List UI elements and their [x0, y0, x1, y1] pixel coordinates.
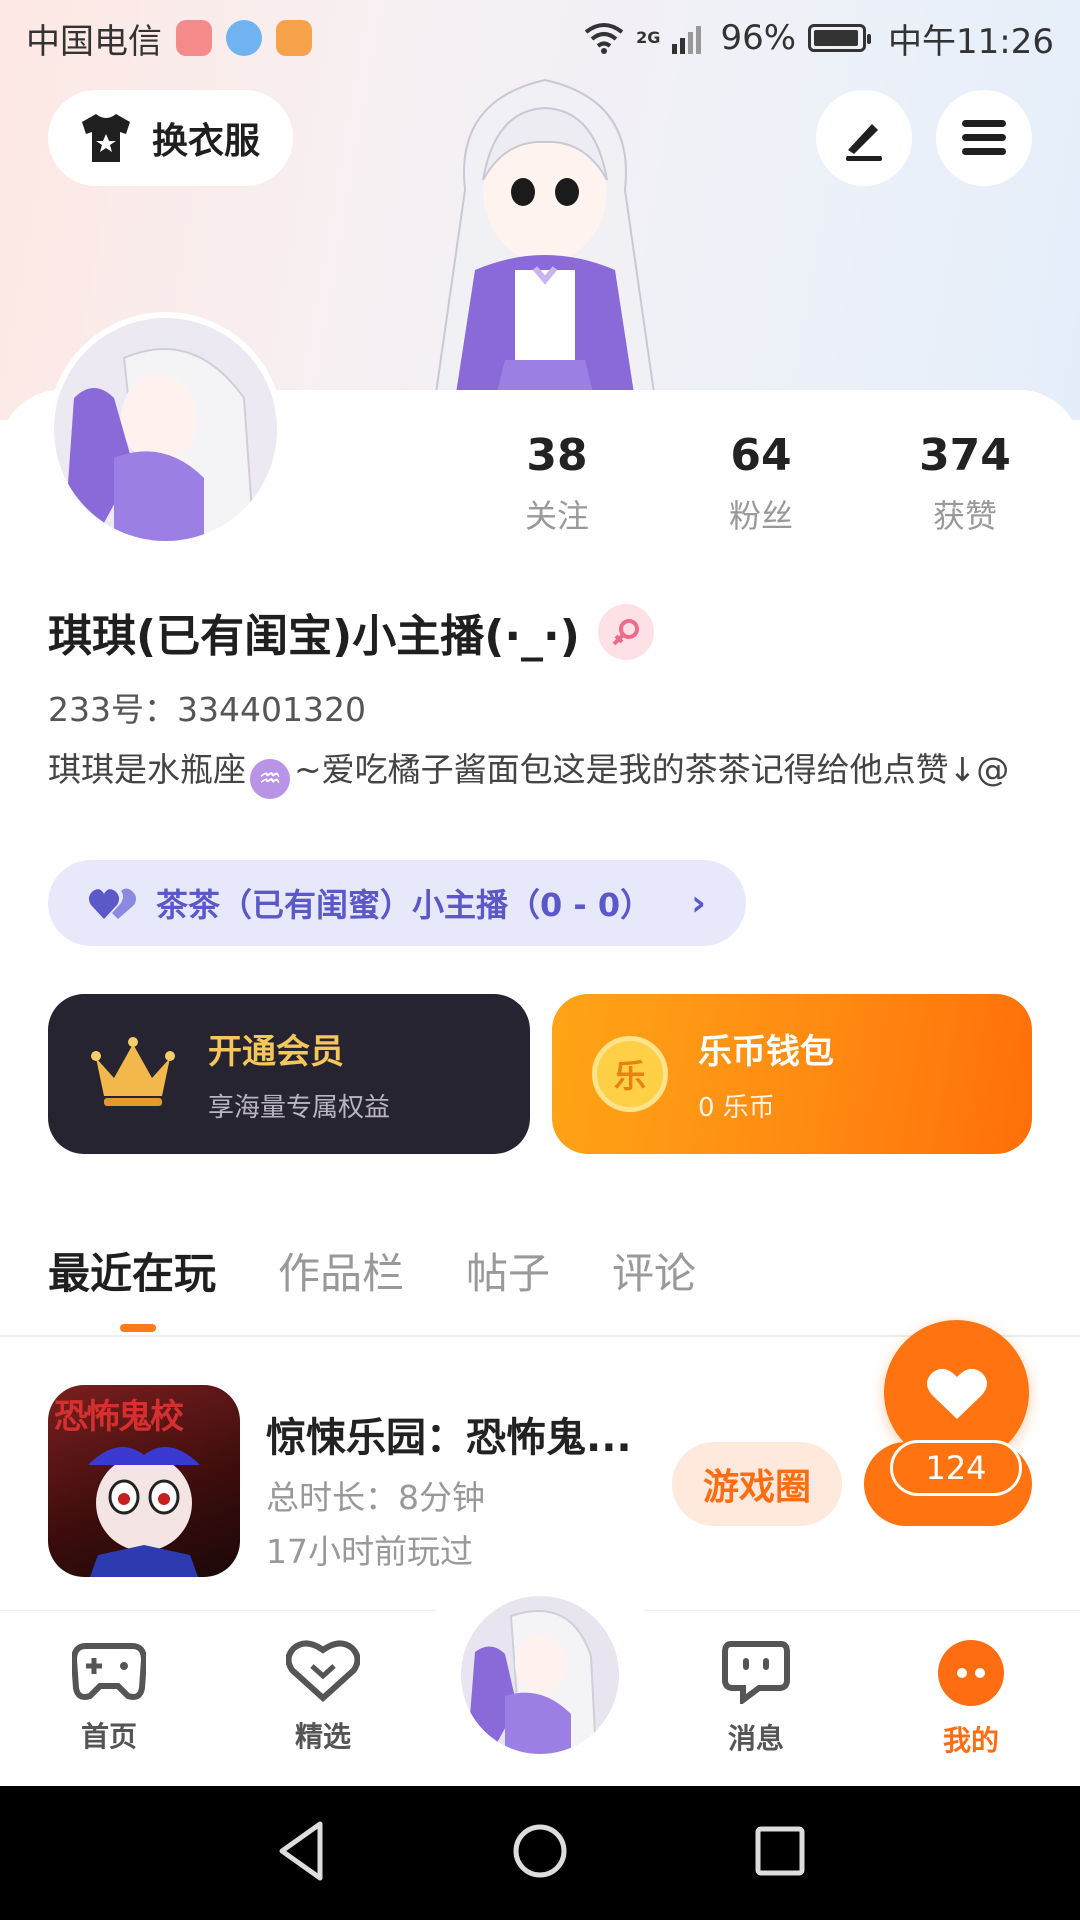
signal-icon: [672, 26, 702, 54]
wallet-balance: 0 乐币: [698, 1093, 775, 1123]
tab-works[interactable]: 作品栏: [278, 1240, 404, 1301]
bio: 琪琪是水瓶座 ♒ ~爱吃橘子酱面包这是我的茶茶记得给他点赞↓@: [48, 748, 1038, 799]
nav-mine-label: 我的: [942, 1724, 999, 1757]
avatar-character-illustration: [433, 78, 657, 400]
menu-button[interactable]: [936, 90, 1032, 186]
home-icon[interactable]: [505, 1816, 575, 1886]
more-dots-icon: [938, 1640, 1004, 1706]
heart-icon: [926, 1368, 987, 1419]
nickname: 琪琪(已有闺宝)小主播(·_·): [48, 600, 654, 664]
double-heart-icon: [88, 888, 137, 919]
video-app-icon: [276, 20, 312, 56]
nickname-text: 琪琪(已有闺宝)小主播(·_·): [48, 611, 580, 662]
nav-mine[interactable]: 我的: [901, 1640, 1041, 1759]
battery-icon: [808, 24, 872, 52]
game-title: 惊悚乐园：恐怖鬼...: [266, 1415, 632, 1461]
browser-icon: [226, 20, 262, 56]
nav-home-label: 首页: [80, 1720, 137, 1753]
likes-stat[interactable]: 374 获赞: [885, 430, 1045, 537]
nav-home[interactable]: 首页: [39, 1640, 179, 1755]
coin-glyph: 乐: [613, 1057, 646, 1095]
game-play-duration: 总时长：8分钟: [266, 1478, 485, 1517]
network-type-label: 2G: [636, 27, 661, 47]
edit-profile-button[interactable]: [816, 90, 912, 186]
chevron-right-icon: ›: [691, 882, 706, 924]
followers-count: 64: [730, 430, 792, 481]
likes-received-label: 获赞: [932, 497, 997, 535]
tab-recent-play[interactable]: 最近在玩: [48, 1240, 217, 1332]
vip-subtitle: 享海量专属权益: [208, 1093, 391, 1123]
carrier-label: 中国电信: [26, 21, 162, 62]
nav-avatar-button[interactable]: [455, 1590, 625, 1760]
game-last-played: 17小时前玩过: [266, 1532, 473, 1571]
hamburger-menu-icon: [962, 120, 1006, 155]
bio-text-start: 琪琪是水瓶座: [48, 750, 246, 789]
gamepad-icon: [70, 1643, 148, 1700]
status-bar: 中国电信 2G 96% 中午11:26: [0, 0, 1080, 76]
battery-level: [814, 30, 858, 46]
wallet-card[interactable]: 乐 乐币钱包 0 乐币: [552, 994, 1032, 1154]
clock: 中午11:26: [888, 21, 1054, 62]
aquarius-icon: ♒: [250, 759, 290, 799]
message-icon: [722, 1641, 790, 1706]
nav-messages[interactable]: 消息: [686, 1640, 826, 1757]
likes-received-count: 374: [919, 430, 1011, 481]
battery-percent: 96%: [720, 18, 797, 58]
vip-title: 开通会员: [208, 1032, 344, 1072]
bio-text-end: ~爱吃橘子酱面包这是我的茶茶记得给他点赞↓@: [294, 750, 1010, 789]
profile-stats: 38 关注 64 粉丝 374 获赞: [0, 430, 1080, 550]
tab-active-indicator: [120, 1324, 156, 1332]
system-navigation-bar: [0, 1786, 1080, 1920]
tab-posts[interactable]: 帖子: [466, 1240, 550, 1301]
following-stat[interactable]: 38 关注: [477, 430, 637, 537]
game-icon: 恐怖鬼校: [48, 1385, 240, 1577]
tab-recent-play-label: 最近在玩: [48, 1249, 217, 1298]
female-gender-icon: [597, 604, 654, 660]
followers-label: 粉丝: [728, 497, 793, 535]
tab-comments[interactable]: 评论: [612, 1240, 696, 1301]
vip-membership-card[interactable]: 开通会员 享海量专属权益: [48, 994, 530, 1154]
heart-chat-icon: [285, 1640, 361, 1703]
nav-featured-label: 精选: [294, 1720, 351, 1753]
back-icon[interactable]: [268, 1816, 338, 1886]
following-count: 38: [526, 430, 588, 481]
wallet-title: 乐币钱包: [698, 1032, 834, 1072]
following-label: 关注: [524, 497, 589, 535]
nav-messages-label: 消息: [727, 1722, 784, 1755]
bestie-label: 茶茶（已有闺蜜）小主播（0 - 0）: [156, 886, 653, 924]
user-id: 233号：334401320: [48, 690, 366, 729]
profile-tabs: 最近在玩 作品栏 帖子 评论: [48, 1240, 696, 1332]
game-circle-button[interactable]: 游戏圈: [672, 1442, 842, 1526]
nav-featured[interactable]: 精选: [253, 1640, 393, 1755]
recents-icon[interactable]: [745, 1816, 815, 1886]
tshirt-icon: [82, 114, 130, 162]
bestie-link[interactable]: 茶茶（已有闺蜜）小主播（0 - 0） ›: [48, 860, 746, 946]
followers-stat[interactable]: 64 粉丝: [681, 430, 841, 537]
wifi-icon: [584, 23, 624, 54]
pencil-icon: [846, 124, 882, 161]
notification-app-icon: [176, 20, 212, 56]
change-outfit-label: 换衣服: [152, 121, 261, 162]
crown-icon: [91, 1037, 175, 1106]
change-outfit-button[interactable]: 换衣服: [48, 90, 293, 186]
like-count-badge: 124: [890, 1440, 1022, 1496]
coin-icon: 乐: [592, 1036, 668, 1112]
